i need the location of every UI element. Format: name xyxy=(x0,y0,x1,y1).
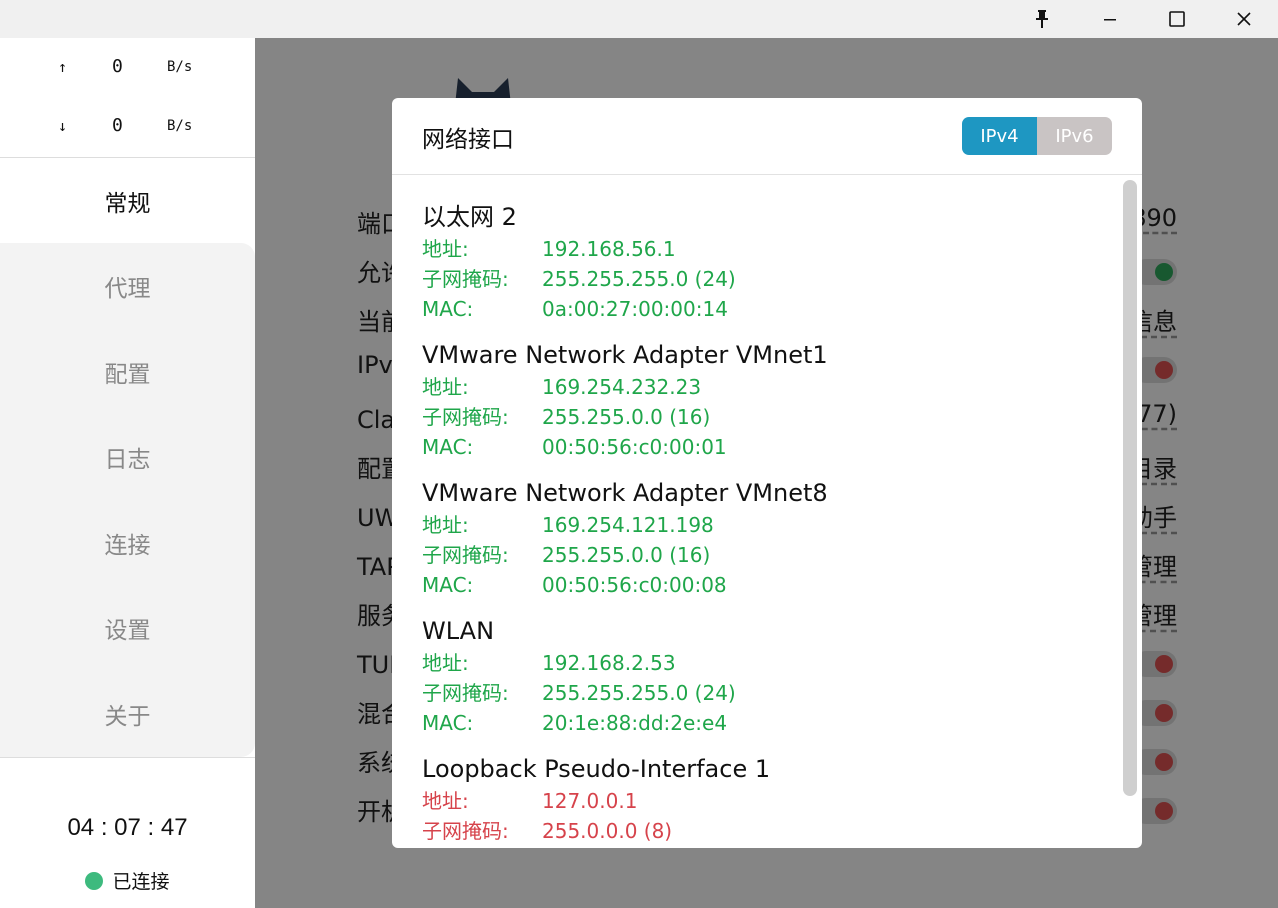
interface-netmask-row: 子网掩码: 255.0.0.0 (8) xyxy=(422,816,1112,846)
field-value: 192.168.2.53 xyxy=(542,651,676,675)
field-key: MAC: xyxy=(422,435,474,459)
interface-name: WLAN xyxy=(422,617,495,645)
field-key: 子网掩码: xyxy=(422,819,509,843)
interface-netmask-row: 子网掩码: 255.255.255.0 (24) xyxy=(422,264,1112,294)
minimize-icon xyxy=(1104,19,1116,21)
field-value: 20:1e:88:dd:2e:e4 xyxy=(542,711,728,735)
interface-netmask-row: 子网掩码: 255.255.0.0 (16) xyxy=(422,402,1112,432)
field-key: 地址: xyxy=(422,237,469,261)
connection-status: 已连接 xyxy=(0,867,255,894)
field-value: 00:50:56:c0:00:08 xyxy=(542,573,727,597)
field-value: 255.255.255.0 (24) xyxy=(542,681,736,705)
field-value: 169.254.232.23 xyxy=(542,375,702,399)
upload-speed-value: 0 xyxy=(112,56,123,77)
upload-speed: ↑ 0 B/s xyxy=(0,38,255,96)
interface-list: 以太网 2 地址: 192.168.56.1 子网掩码: 255.255.255… xyxy=(392,176,1142,848)
tab-ipv6[interactable]: IPv6 xyxy=(1037,117,1112,155)
field-key: MAC: xyxy=(422,711,474,735)
upload-speed-unit: B/s xyxy=(167,59,193,75)
modal-title: 网络接口 xyxy=(422,127,514,153)
sidebar-item-connections[interactable]: 连接 xyxy=(0,500,255,585)
field-value: 169.254.121.198 xyxy=(542,513,714,537)
field-key: 子网掩码: xyxy=(422,681,509,705)
sidebar-item-profiles[interactable]: 配置 xyxy=(0,329,255,414)
modal-scrollbar[interactable] xyxy=(1123,180,1137,796)
sidebar-divider-bottom xyxy=(0,757,255,758)
field-key: 地址: xyxy=(422,375,469,399)
field-value: 255.255.0.0 (16) xyxy=(542,405,711,429)
field-key: 地址: xyxy=(422,789,469,813)
field-value: 00:50:56:c0:00:01 xyxy=(542,435,727,459)
connection-status-label: 已连接 xyxy=(112,871,170,893)
interface-address-row: 地址: 169.254.121.198 xyxy=(422,510,1112,540)
field-value: 192.168.56.1 xyxy=(542,237,676,261)
field-value: 0a:00:27:00:00:14 xyxy=(542,297,728,321)
interface-name: VMware Network Adapter VMnet8 xyxy=(422,479,828,507)
interface-item: VMware Network Adapter VMnet8 地址: 169.25… xyxy=(422,476,1112,600)
field-value: 255.255.255.0 (24) xyxy=(542,267,736,291)
interface-item: VMware Network Adapter VMnet1 地址: 169.25… xyxy=(422,338,1112,462)
interface-mac-row: MAC: 00:50:56:c0:00:01 xyxy=(422,432,1112,462)
pin-button[interactable] xyxy=(1008,0,1076,38)
field-key: 子网掩码: xyxy=(422,267,509,291)
uptime-clock: 04 : 07 : 47 xyxy=(67,814,188,841)
sidebar-item-proxies[interactable]: 代理 xyxy=(0,243,255,328)
sidebar-item-general[interactable]: 常规 xyxy=(0,158,255,243)
minimize-button[interactable] xyxy=(1076,0,1144,38)
field-value: 127.0.0.1 xyxy=(542,789,638,813)
close-button[interactable] xyxy=(1210,0,1278,38)
field-key: MAC: xyxy=(422,573,474,597)
interface-address-row: 地址: 127.0.0.1 xyxy=(422,786,1112,816)
window-titlebar xyxy=(0,0,1278,38)
upload-arrow-icon: ↑ xyxy=(58,58,68,76)
interface-mac-row: MAC: 20:1e:88:dd:2e:e4 xyxy=(422,708,1112,738)
tab-ipv4[interactable]: IPv4 xyxy=(962,117,1037,155)
field-value: 255.0.0.0 (8) xyxy=(542,819,673,843)
sidebar-item-settings[interactable]: 设置 xyxy=(0,585,255,670)
interface-mac-row: MAC: 00:50:56:c0:00:08 xyxy=(422,570,1112,600)
field-value: 255.255.0.0 (16) xyxy=(542,543,711,567)
interface-name: VMware Network Adapter VMnet1 xyxy=(422,341,828,369)
interface-netmask-row: 子网掩码: 255.255.0.0 (16) xyxy=(422,540,1112,570)
field-key: 子网掩码: xyxy=(422,543,509,567)
interface-address-row: 地址: 192.168.2.53 xyxy=(422,648,1112,678)
maximize-button[interactable] xyxy=(1143,0,1211,38)
interface-netmask-row: 子网掩码: 255.255.255.0 (24) xyxy=(422,678,1112,708)
status-dot-icon xyxy=(85,871,104,890)
interface-name: 以太网 2 xyxy=(422,203,517,231)
network-interfaces-modal: 网络接口 IPv4 IPv6 以太网 2 地址: 192.168.56.1 子网… xyxy=(392,98,1142,848)
sidebar: ↑ 0 B/s ↓ 0 B/s 常规 代理 配置 日志 连接 设置 关于 04 … xyxy=(0,38,255,908)
download-speed-unit: B/s xyxy=(167,118,193,134)
interface-address-row: 地址: 169.254.232.23 xyxy=(422,372,1112,402)
field-key: 子网掩码: xyxy=(422,405,509,429)
download-speed: ↓ 0 B/s xyxy=(0,97,255,155)
interface-item: Loopback Pseudo-Interface 1 地址: 127.0.0.… xyxy=(422,752,1112,846)
interface-name: Loopback Pseudo-Interface 1 xyxy=(422,755,771,783)
download-arrow-icon: ↓ xyxy=(58,117,68,135)
interface-item: WLAN 地址: 192.168.2.53 子网掩码: 255.255.255.… xyxy=(422,614,1112,738)
field-key: 地址: xyxy=(422,513,469,537)
pin-icon xyxy=(1036,10,1048,28)
maximize-icon xyxy=(1169,11,1185,27)
close-icon xyxy=(1237,12,1251,26)
interface-mac-row: MAC: 0a:00:27:00:00:14 xyxy=(422,294,1112,324)
modal-header: 网络接口 IPv4 IPv6 xyxy=(392,98,1142,175)
ip-version-switch: IPv4 IPv6 xyxy=(962,117,1112,155)
interface-address-row: 地址: 192.168.56.1 xyxy=(422,234,1112,264)
sidebar-item-logs[interactable]: 日志 xyxy=(0,414,255,499)
sidebar-item-about[interactable]: 关于 xyxy=(0,671,255,756)
download-speed-value: 0 xyxy=(112,115,123,136)
field-key: 地址: xyxy=(422,651,469,675)
field-key: MAC: xyxy=(422,297,474,321)
interface-item: 以太网 2 地址: 192.168.56.1 子网掩码: 255.255.255… xyxy=(422,200,1112,324)
